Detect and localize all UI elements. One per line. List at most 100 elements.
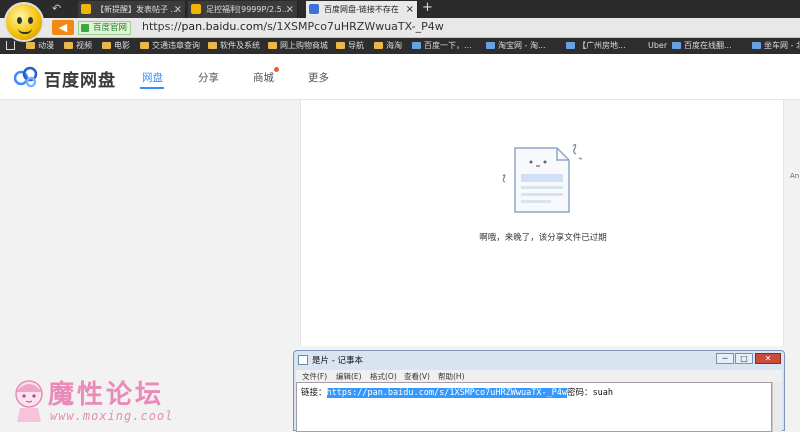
notepad-menu: 文件(F) 编辑(E) 格式(O) 查看(V) 帮助(H) <box>296 370 782 382</box>
notepad-icon <box>298 355 308 365</box>
edge-text: An <box>790 172 800 180</box>
new-tab-button[interactable]: + <box>422 0 433 15</box>
tab-label: 足控福利[9999P/2.5... <box>206 5 290 14</box>
logo-mouth <box>18 28 32 34</box>
expired-message: 啊哦，来晚了，该分享文件已过期 <box>479 233 607 243</box>
folder-icon <box>268 42 277 49</box>
bookmark-item[interactable]: 电影 <box>102 40 130 52</box>
tab-favicon <box>191 4 201 14</box>
bookmark-item[interactable]: 动漫 <box>26 40 54 52</box>
bookmark-item[interactable]: 百度一下，... <box>412 40 472 52</box>
bookmark-label: 坐车网 - 北京 <box>764 41 800 50</box>
bookmark-label: 百度一下，... <box>424 41 472 50</box>
close-icon[interactable]: × <box>406 1 414 18</box>
nav-mall[interactable]: 商城 <box>253 70 274 85</box>
tab-second[interactable]: 足控福利[9999P/2.5... × <box>188 1 298 18</box>
close-icon[interactable]: × <box>286 1 294 18</box>
bookmark-label: 百度在线翻... <box>684 41 732 50</box>
logo-eye <box>17 17 22 24</box>
bookmark-item[interactable]: 视频 <box>64 40 92 52</box>
bookmark-item[interactable]: 交通违章查询 <box>140 40 200 52</box>
bookmark-item[interactable]: 【广州房地... <box>566 40 626 52</box>
watermark-url: www.moxing.cool <box>50 409 174 423</box>
menu-file[interactable]: 文件(F) <box>302 371 327 382</box>
bookmark-label: 海淘 <box>386 41 402 50</box>
url-path: /s/1XSMPco7uHRZWwuaTX-_P4w <box>263 20 444 33</box>
folder-icon <box>64 42 73 49</box>
url-scheme: https:// <box>142 20 182 33</box>
folder-icon <box>140 42 149 49</box>
notepad-scrollbar[interactable] <box>772 382 782 432</box>
tab-baidu-pan[interactable]: 百度网盘-链接不存在 × <box>306 1 418 18</box>
translate-icon <box>672 42 681 49</box>
bookmark-item[interactable]: 软件及系统 <box>208 40 260 52</box>
bookmark-item[interactable]: Uber <box>636 40 667 52</box>
tab-bar: ↶ 【新提醒】发表帖子 ... × 足控福利[9999P/2.5... × 百度… <box>0 0 800 18</box>
secure-badge[interactable]: 百度官网 <box>78 21 132 35</box>
link-label: 链接： <box>301 388 327 398</box>
url-field[interactable]: https://pan.baidu.com/s/1XSMPco7uHRZWwua… <box>142 20 444 33</box>
logo-eye <box>28 17 33 24</box>
browser-logo[interactable] <box>4 2 44 42</box>
close-button[interactable]: ✕ <box>755 353 781 364</box>
bookmark-label: 视频 <box>76 41 92 50</box>
bookmark-label: 动漫 <box>38 41 54 50</box>
watermark-title: 魔性论坛 <box>48 380 165 410</box>
url-host: pan.baidu.com <box>181 20 264 33</box>
notepad-title: 是片 - 记事本 <box>312 356 363 366</box>
bookmark-label: 淘宝网 - 淘... <box>498 41 546 50</box>
close-icon[interactable]: × <box>174 1 182 18</box>
lock-icon <box>81 24 89 32</box>
tab-back-icon[interactable]: ↶ <box>52 2 61 15</box>
address-bar: ◀ 百度官网 https://pan.baidu.com/s/1XSMPco7u… <box>0 18 800 38</box>
bookmarks-bar: 动漫 视频 电影 交通违章查询 软件及系统 网上购物商城 导航 海淘 百度一下，… <box>0 38 800 54</box>
taobao-icon <box>486 42 495 49</box>
tab-favicon <box>309 4 319 14</box>
bookmark-item[interactable]: 百度在线翻... <box>672 40 732 52</box>
secure-badge-label: 百度官网 <box>93 23 128 33</box>
bookmark-label: 导航 <box>348 41 364 50</box>
site-header: 百度网盘 网盘 分享 商城 更多 <box>0 54 800 100</box>
empty-document-illustration <box>502 143 583 213</box>
notepad-text-area[interactable]: 链接：https://pan.baidu.com/s/1XSMPco7uHRZW… <box>296 382 772 432</box>
nav-active-indicator <box>140 87 164 89</box>
menu-help[interactable]: 帮助(H) <box>438 371 465 382</box>
menu-edit[interactable]: 编辑(E) <box>336 371 362 382</box>
tab-label: 【新提醒】发表帖子 ... <box>96 5 179 14</box>
site-icon <box>566 42 575 49</box>
notepad-window: 是片 - 记事本 ─ □ ✕ 文件(F) 编辑(E) 格式(O) 查看(V) 帮… <box>293 350 785 432</box>
folder-icon <box>374 42 383 49</box>
bookmark-label: 电影 <box>114 41 130 50</box>
selected-link-text[interactable]: https://pan.baidu.com/s/1XSMPco7uHRZWwua… <box>326 388 568 398</box>
folder-icon <box>208 42 217 49</box>
bookmark-item[interactable]: 坐车网 - 北京 <box>752 40 800 52</box>
bookmark-label: Uber <box>648 41 668 50</box>
menu-view[interactable]: 查看(V) <box>404 371 430 382</box>
folder-icon <box>336 42 345 49</box>
password-value: suah <box>592 388 614 398</box>
content-card: 啊哦，来晚了，该分享文件已过期 <box>300 100 784 346</box>
back-arrow-icon[interactable]: ◀ <box>52 20 74 35</box>
bookmark-item[interactable]: 导航 <box>336 40 364 52</box>
folder-icon <box>26 42 35 49</box>
nav-more[interactable]: 更多 <box>308 70 329 85</box>
brand-title[interactable]: 百度网盘 <box>44 66 116 91</box>
menu-format[interactable]: 格式(O) <box>370 371 397 382</box>
folder-icon <box>102 42 111 49</box>
maximize-button[interactable]: □ <box>735 353 753 364</box>
tab-new-post[interactable]: 【新提醒】发表帖子 ... × <box>78 1 186 18</box>
minimize-button[interactable]: ─ <box>716 353 734 364</box>
nav-pan[interactable]: 网盘 <box>142 70 163 85</box>
bookmark-item[interactable]: 海淘 <box>374 40 402 52</box>
home-icon[interactable] <box>6 41 15 50</box>
forum-watermark: 魔性论坛 www.moxing.cool <box>4 368 194 431</box>
password-label: 密码： <box>567 388 593 398</box>
bookmark-label: 交通违章查询 <box>152 41 200 50</box>
bookmark-label: 【广州房地... <box>578 41 626 50</box>
anime-girl-icon <box>15 380 43 422</box>
nav-share[interactable]: 分享 <box>198 70 219 85</box>
baidu-pan-logo-icon[interactable] <box>14 66 38 88</box>
bookmark-item[interactable]: 网上购物商城 <box>268 40 328 52</box>
bookmark-item[interactable]: 淘宝网 - 淘... <box>486 40 546 52</box>
site-icon <box>752 42 761 49</box>
